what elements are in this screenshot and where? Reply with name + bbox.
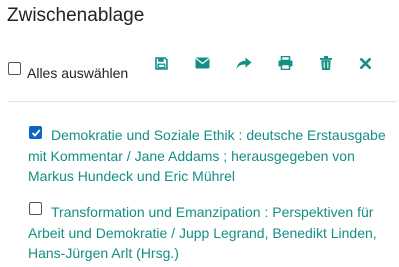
- share-arrow-icon[interactable]: [236, 55, 252, 71]
- save-icon[interactable]: [153, 55, 169, 71]
- divider: [8, 101, 397, 102]
- trash-icon[interactable]: [318, 55, 334, 71]
- list-item-title[interactable]: Demokratie und Soziale Ethik : deutsche …: [28, 125, 393, 187]
- clipboard-toolbar: [0, 55, 399, 71]
- envelope-icon[interactable]: [194, 55, 210, 71]
- close-icon[interactable]: [357, 55, 373, 71]
- list-item-title[interactable]: Transformation und Emanzipation : Perspe…: [28, 202, 393, 264]
- page-title: Zwischenablage: [7, 5, 145, 26]
- print-icon[interactable]: [277, 55, 293, 71]
